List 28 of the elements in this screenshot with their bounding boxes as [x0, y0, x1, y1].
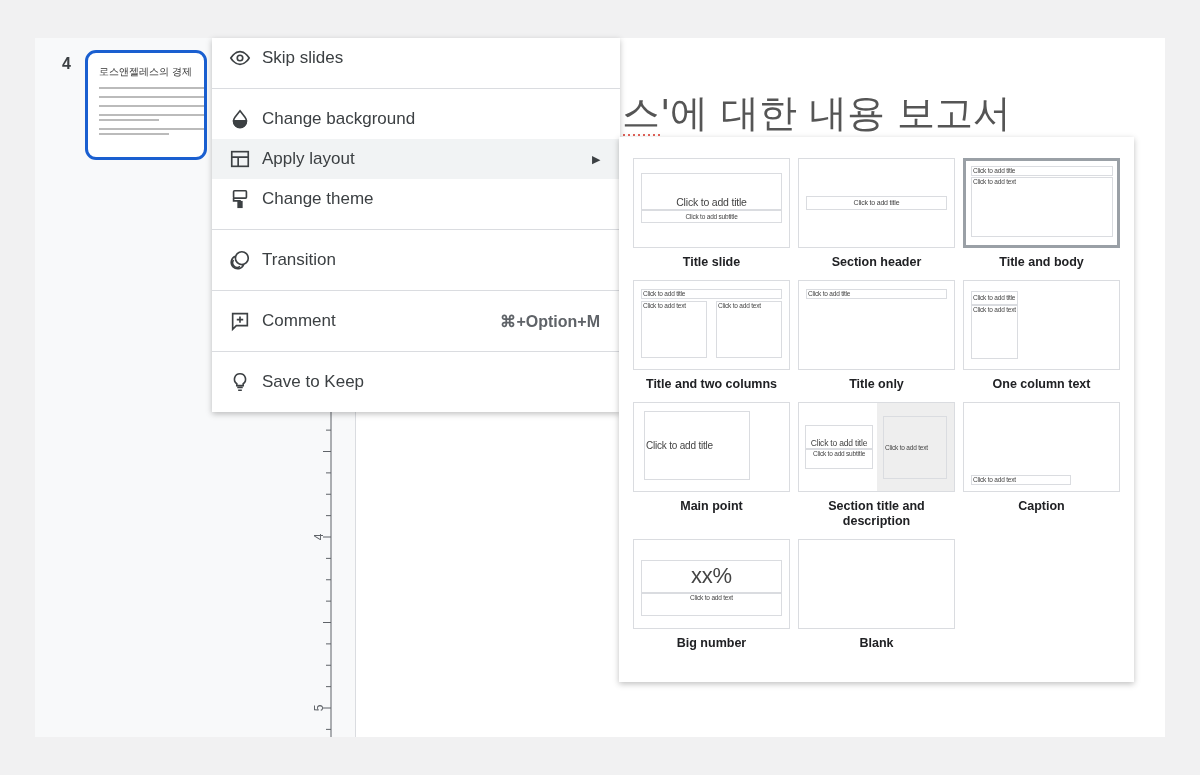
layout-label: Main point	[679, 499, 744, 514]
layout-label: Title and body	[998, 255, 1085, 270]
layout-label: Caption	[1017, 499, 1066, 514]
text-placeholder: Click to add title	[805, 425, 873, 449]
comment-plus-icon	[229, 310, 251, 332]
layout-thumbnail[interactable]	[798, 539, 955, 629]
shortcut-text: ⌘+Option+M	[500, 311, 600, 331]
text-placeholder: Click to add title	[644, 411, 750, 480]
layout-label: Big number	[675, 636, 748, 651]
submenu-arrow: ▶	[592, 152, 600, 166]
layout-icon	[229, 148, 251, 170]
spelling-underline	[623, 133, 663, 137]
slide-thumbnail-title: 로스앤젤레스의 경제	[98, 65, 194, 79]
slide-thumbnail[interactable]: 로스앤젤레스의 경제	[84, 50, 207, 160]
menu-item[interactable]: Apply layout ▶	[212, 139, 620, 179]
layout-label: One column text	[991, 377, 1092, 392]
text-placeholder: xx%	[641, 560, 782, 593]
layout-thumbnail[interactable]: Click to add title	[633, 402, 790, 492]
layout-label: Section title and description	[827, 499, 926, 529]
layout-label: Blank	[858, 636, 895, 651]
slide-title[interactable]: 스'에 대한 내용 보고서	[622, 88, 1011, 139]
layout-label: Title only	[848, 377, 905, 392]
layout-label: Section header	[830, 255, 923, 270]
slide-number: 4	[62, 55, 71, 73]
layout-label: Title slide	[681, 255, 742, 270]
layout-label: Title and two columns	[645, 377, 778, 392]
overlapping-circles-icon	[229, 249, 251, 271]
text-placeholder: Click to add title	[641, 173, 782, 210]
